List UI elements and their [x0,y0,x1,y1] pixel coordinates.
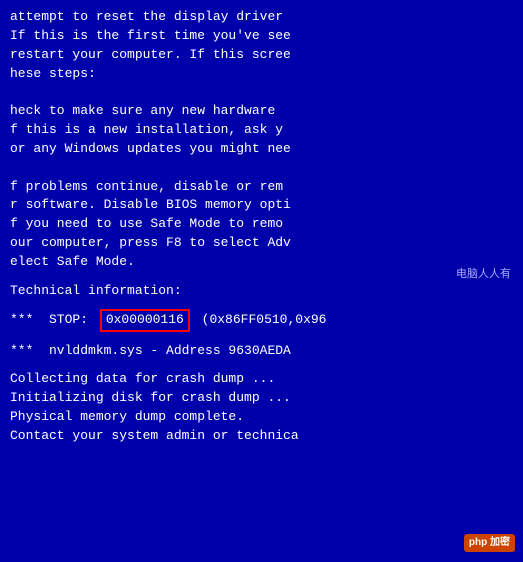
line2: restart your computer. If this scree [10,46,513,65]
stop-line: *** STOP: 0x00000116 (0x86FF0510,0x96 [10,309,513,332]
driver-line: *** nvlddmkm.sys - Address 9630AEDA [10,342,513,361]
crash-line2: Initializing disk for crash dump ... [10,389,513,408]
technical-info-label: Technical information: [10,282,513,301]
watermark-copyright: 电脑人人有 [456,268,511,284]
technical-section: Technical information: [10,282,513,301]
line13: elect Safe Mode. [10,253,513,272]
watermark-php: php 加密 [464,534,515,553]
attempt-line: attempt to reset the display driver [10,8,513,27]
line10: r software. Disable BIOS memory opti [10,196,513,215]
line5: heck to make sure any new hardware [10,102,513,121]
stop-prefix: *** STOP: [10,311,96,330]
bsod-screen: attempt to reset the display driver If t… [0,0,523,562]
crash-line1: Collecting data for crash dump ... [10,370,513,389]
line11: f you need to use Safe Mode to remo [10,215,513,234]
stop-code: 0x00000116 [100,309,190,332]
crash-line4: Contact your system admin or technica [10,427,513,446]
crash-line3: Physical memory dump complete. [10,408,513,427]
crash-section: Collecting data for crash dump ... Initi… [10,370,513,445]
line9: f problems continue, disable or rem [10,178,513,197]
line3: hese steps: [10,65,513,84]
line4 [10,83,513,102]
stop-suffix: (0x86FF0510,0x96 [194,311,327,330]
line6: f this is a new installation, ask y [10,121,513,140]
line1: If this is the first time you've see [10,27,513,46]
line7: or any Windows updates you might nee [10,140,513,159]
line8 [10,159,513,178]
line12: our computer, press F8 to select Adv [10,234,513,253]
